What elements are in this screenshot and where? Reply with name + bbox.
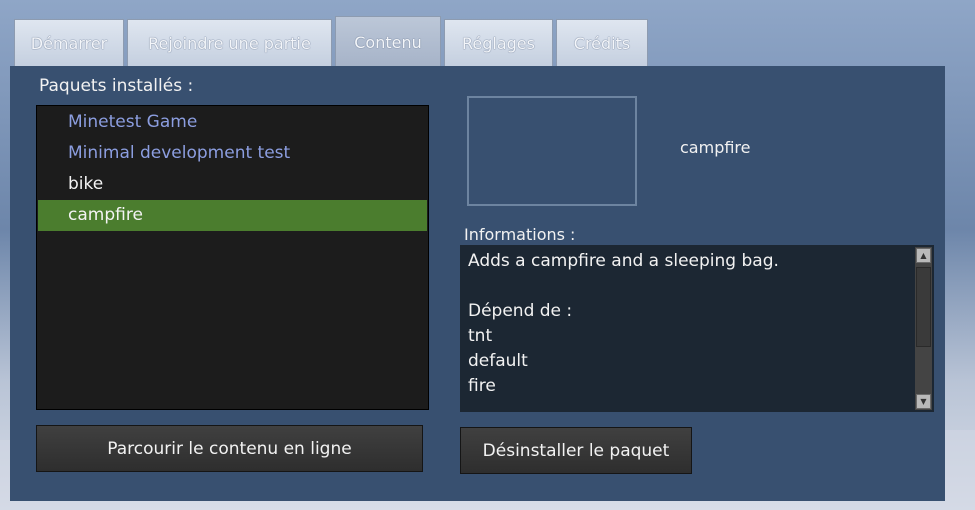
list-item[interactable]: Minimal development test bbox=[38, 138, 427, 169]
scroll-down-icon[interactable]: ▼ bbox=[916, 394, 931, 409]
package-name: Minimal development test bbox=[68, 143, 291, 163]
list-item-selected[interactable]: campfire bbox=[38, 200, 427, 231]
dependency-item: fire bbox=[468, 376, 496, 396]
tab-reglages[interactable]: Réglages bbox=[444, 19, 553, 67]
package-info-box[interactable]: Adds a campfire and a sleeping bag. Dépe… bbox=[460, 245, 934, 412]
tab-label: Crédits bbox=[573, 34, 631, 53]
tab-label: Réglages bbox=[462, 34, 535, 53]
button-label: Désinstaller le paquet bbox=[482, 440, 670, 461]
info-text: Adds a campfire and a sleeping bag. Dépe… bbox=[468, 249, 779, 399]
tab-label: Démarrer bbox=[30, 34, 108, 53]
tab-contenu[interactable]: Contenu bbox=[335, 16, 441, 67]
uninstall-package-button[interactable]: Désinstaller le paquet bbox=[460, 427, 692, 474]
package-name: Minetest Game bbox=[68, 112, 198, 132]
scroll-up-icon[interactable]: ▲ bbox=[916, 248, 931, 263]
info-scrollbar[interactable]: ▲ ▼ bbox=[915, 247, 932, 410]
button-label: Parcourir le contenu en ligne bbox=[107, 438, 352, 459]
package-name: bike bbox=[68, 174, 104, 194]
package-preview-image bbox=[467, 96, 637, 206]
package-description: Adds a campfire and a sleeping bag. bbox=[468, 251, 779, 271]
installed-packages-label: Paquets installés : bbox=[39, 76, 194, 96]
list-item[interactable]: bike bbox=[38, 169, 427, 200]
tab-demarrer[interactable]: Démarrer bbox=[14, 19, 124, 67]
list-item[interactable]: Minetest Game bbox=[38, 107, 427, 138]
package-title: campfire bbox=[680, 138, 751, 157]
package-list[interactable]: Minetest Game Minimal development test b… bbox=[36, 105, 429, 410]
package-name: campfire bbox=[68, 205, 143, 225]
dependency-item: default bbox=[468, 351, 528, 371]
info-label: Informations : bbox=[464, 225, 576, 244]
scrollbar-thumb[interactable] bbox=[916, 267, 931, 347]
dependency-item: tnt bbox=[468, 326, 493, 346]
depends-label: Dépend de : bbox=[468, 301, 573, 321]
tab-label: Contenu bbox=[354, 32, 422, 52]
browse-online-content-button[interactable]: Parcourir le contenu en ligne bbox=[36, 425, 423, 472]
tab-label: Rejoindre une partie bbox=[148, 34, 311, 53]
tab-credits[interactable]: Crédits bbox=[556, 19, 648, 67]
tab-rejoindre[interactable]: Rejoindre une partie bbox=[127, 19, 332, 67]
